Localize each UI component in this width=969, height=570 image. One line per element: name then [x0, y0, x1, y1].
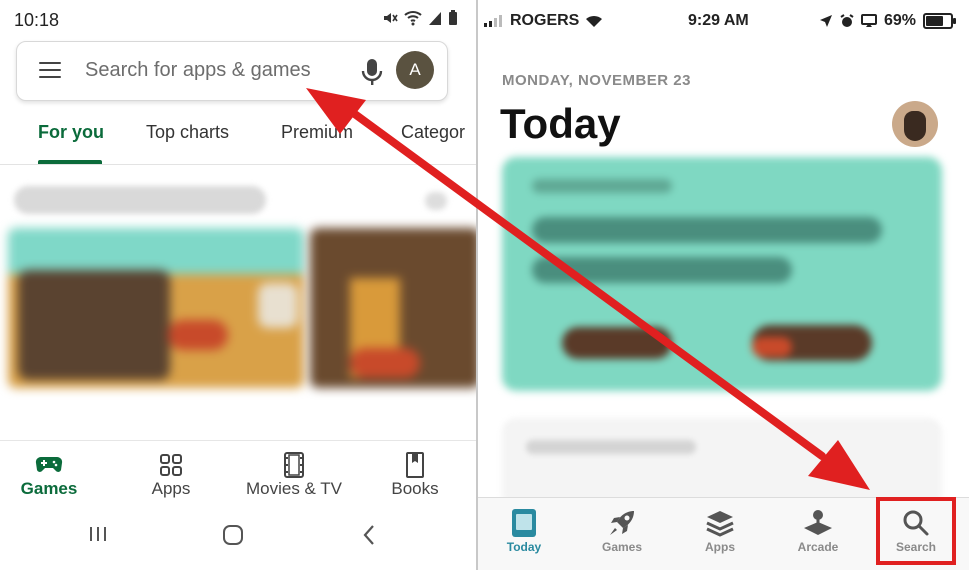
alarm-icon	[840, 14, 854, 27]
status-right: 69%	[819, 12, 956, 30]
nav-apps-label: Apps	[151, 479, 191, 498]
wifi-icon	[404, 11, 422, 26]
nav-movies-tv-label: Movies & TV	[245, 479, 343, 498]
tab-top-charts[interactable]: Top charts	[146, 122, 229, 143]
mute-icon	[384, 13, 398, 23]
nav-books-label: Books	[391, 479, 439, 498]
tab-premium[interactable]: Premium	[281, 122, 353, 143]
carrier-status: ROGERS	[484, 12, 603, 30]
tab-today-label: Today	[506, 540, 542, 554]
bottom-navigation: Games Apps Movies & TV Books	[0, 440, 476, 511]
android-status-bar: 10:18	[0, 0, 476, 40]
carrier-name: ROGERS	[510, 12, 580, 29]
blurred-featured-card[interactable]	[310, 228, 476, 388]
tab-games-label: Games	[601, 540, 643, 554]
nav-apps[interactable]: Apps	[140, 451, 202, 499]
status-icons	[382, 10, 458, 26]
status-time: 10:18	[14, 10, 60, 30]
nav-games[interactable]: Games	[16, 451, 82, 499]
today-icon	[512, 509, 536, 537]
blurred-story-card[interactable]	[502, 418, 942, 508]
battery-icon	[923, 13, 956, 29]
status-time: 9:29 AM	[688, 12, 749, 29]
search-bar[interactable]: Search for apps & games A	[16, 41, 448, 101]
book-icon	[406, 452, 424, 478]
film-icon	[284, 452, 304, 478]
tab-games[interactable]: Games	[582, 506, 662, 554]
nav-books[interactable]: Books	[384, 451, 446, 499]
ios-app-store-screen: ROGERS 9:29 AM 69% MONDAY, NOVEMBER 23 T…	[478, 0, 969, 570]
search-input[interactable]: Search for apps & games	[85, 59, 311, 82]
hamburger-menu-icon[interactable]	[39, 62, 61, 79]
blurred-featured-card[interactable]	[8, 228, 304, 388]
microphone-icon[interactable]	[361, 57, 383, 87]
wifi-icon	[586, 15, 603, 27]
tab-arcade-label: Arcade	[797, 540, 839, 554]
back-icon[interactable]	[362, 524, 376, 546]
android-play-store-screen: 10:18 Search for apps & games A For you …	[0, 0, 476, 570]
account-avatar[interactable]	[892, 101, 938, 147]
layers-icon	[706, 511, 734, 537]
rocket-icon	[610, 511, 634, 535]
play-tabs: For you Top charts Premium Categor	[0, 110, 476, 162]
ios-status-bar: ROGERS 9:29 AM 69%	[478, 0, 969, 42]
tab-for-you[interactable]: For you	[38, 122, 104, 143]
tab-apps-label: Apps	[705, 540, 735, 554]
location-arrow-icon	[819, 15, 832, 27]
nav-games-label: Games	[20, 479, 78, 498]
blurred-more-arrow	[425, 192, 447, 210]
today-date: MONDAY, NOVEMBER 23	[502, 72, 691, 89]
apps-grid-icon	[160, 454, 182, 476]
tab-categories[interactable]: Categor	[401, 122, 465, 143]
signal-icon	[429, 12, 441, 25]
blurred-section-title	[14, 186, 266, 214]
tab-apps[interactable]: Apps	[680, 506, 760, 554]
screen-mirroring-icon	[860, 14, 877, 27]
gamepad-icon	[35, 456, 63, 472]
joystick-icon	[804, 510, 832, 535]
tabs-divider	[0, 164, 476, 165]
home-icon[interactable]	[222, 524, 244, 546]
battery-percent: 69%	[883, 12, 916, 29]
tab-arcade[interactable]: Arcade	[778, 506, 858, 554]
nav-movies-tv[interactable]: Movies & TV	[238, 451, 350, 499]
blurred-story-card[interactable]	[502, 157, 942, 391]
system-navigation-bar	[0, 518, 476, 558]
cell-signal-icon	[484, 15, 502, 27]
account-avatar[interactable]: A	[396, 51, 434, 89]
page-title: Today	[500, 100, 621, 147]
search-tab-highlight	[876, 497, 956, 565]
recents-icon[interactable]	[88, 524, 108, 544]
battery-icon	[449, 10, 457, 25]
tab-today[interactable]: Today	[484, 506, 564, 554]
